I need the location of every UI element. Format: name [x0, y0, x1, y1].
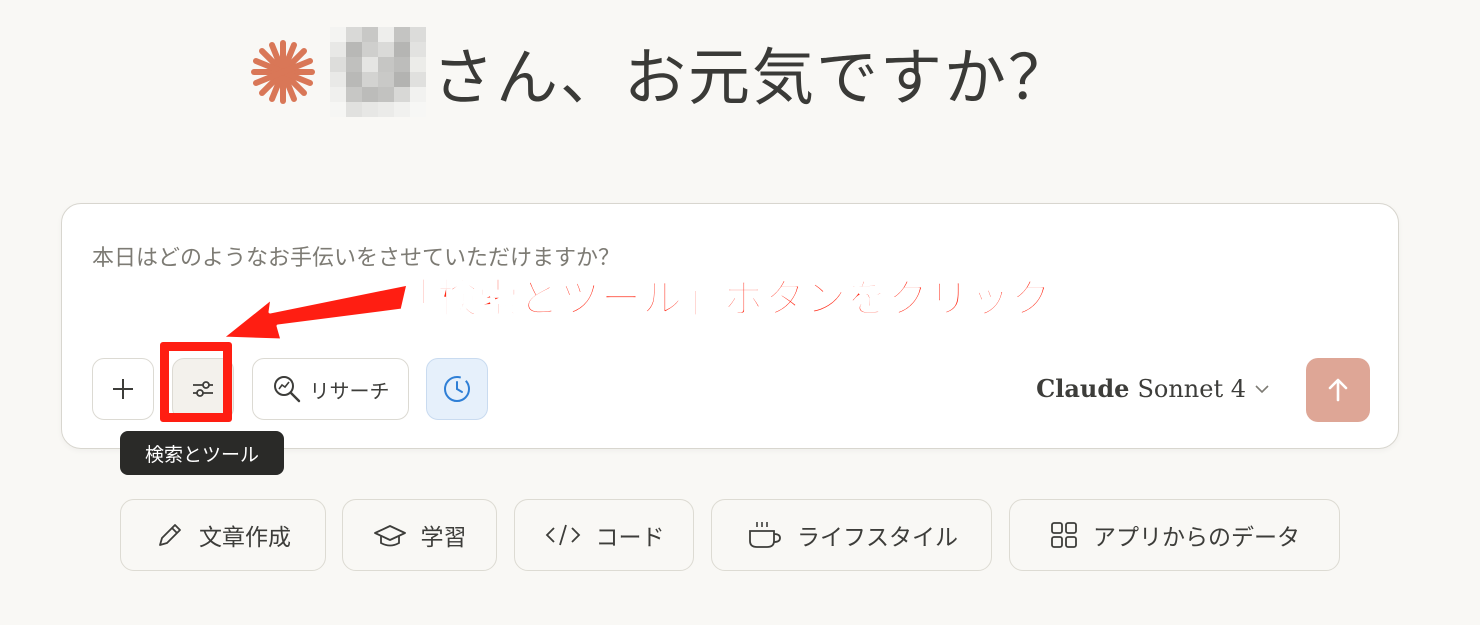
model-selector[interactable]: Claude Sonnet 4 — [1036, 374, 1270, 403]
grid-icon — [1051, 522, 1077, 548]
chip-label: 学習 — [420, 525, 467, 551]
model-name: Sonnet 4 — [1137, 374, 1246, 403]
annotation-instruction: 「検索とツール」ボタンをクリック — [395, 275, 1052, 323]
chip-label: ライフスタイル — [797, 525, 958, 551]
plus-icon — [113, 379, 133, 399]
model-brand: Claude — [1036, 374, 1130, 403]
coffee-cup-icon — [749, 522, 781, 548]
arrow-up-icon — [1328, 378, 1348, 402]
greeting-text: さん、お元気ですか？ — [432, 41, 1073, 114]
chip-lifestyle[interactable]: ライフスタイル — [711, 499, 992, 571]
claude-spark-icon — [251, 40, 315, 104]
redacted-username — [330, 27, 426, 117]
chip-label: コード — [595, 525, 665, 551]
chip-writing[interactable]: 文章作成 — [120, 499, 326, 571]
code-icon — [545, 524, 580, 546]
greeting: さん、お元気ですか？ — [248, 22, 1072, 122]
chip-app-data[interactable]: アプリからのデータ — [1009, 499, 1340, 571]
pencil-icon — [159, 524, 181, 546]
suggestion-chips: 文章作成 学習 コード ライフスタイル アプリからのデータ — [0, 499, 1480, 573]
annotation-arrow-icon — [220, 282, 410, 342]
extended-thinking-button[interactable] — [426, 358, 488, 420]
send-button[interactable] — [1306, 358, 1370, 422]
chip-learning[interactable]: 学習 — [342, 499, 497, 571]
chip-label: 文章作成 — [199, 525, 291, 551]
chevron-down-icon — [1255, 384, 1269, 393]
research-label: リサーチ — [309, 378, 390, 403]
graduation-cap-icon — [373, 525, 406, 547]
research-magnifier-icon — [273, 376, 300, 403]
clock-icon — [444, 376, 470, 402]
add-attachment-button[interactable] — [92, 358, 154, 420]
tools-tooltip: 検索とツール — [120, 431, 284, 475]
chip-code[interactable]: コード — [514, 499, 694, 571]
chip-label: アプリからのデータ — [1093, 525, 1300, 551]
